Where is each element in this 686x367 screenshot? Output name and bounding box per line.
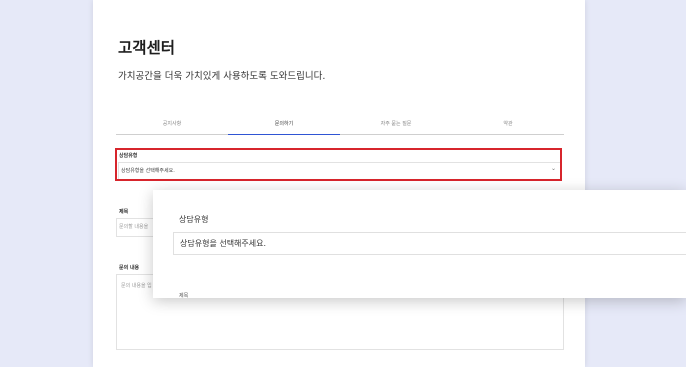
popup-inquiry-type-select[interactable]: 상담유형을 선택해주세요. (173, 232, 686, 255)
page-subtitle: 가치공간을 더욱 가치있게 사용하도록 도와드립니다. (118, 71, 326, 82)
tab-faq[interactable]: 자주 묻는 질문 (340, 120, 452, 127)
highlight-box (115, 148, 562, 181)
tab-notice[interactable]: 공지사항 (116, 120, 228, 127)
content-label: 문의 내용 (119, 265, 140, 271)
page-title: 고객센터 (118, 39, 176, 57)
content-placeholder: 문의 내용을 입 (121, 283, 152, 289)
subject-label: 제목 (119, 209, 129, 215)
tab-bar: 공지사항 문의하기 자주 묻는 질문 약관 (116, 118, 564, 135)
background-right (585, 0, 686, 367)
active-tab-indicator (228, 134, 340, 135)
subject-placeholder: 문의할 내용을 (119, 224, 149, 230)
popup-inquiry-type-label: 상담유형 (179, 215, 209, 224)
background-left (0, 0, 93, 367)
popup-inquiry-type-placeholder: 상담유형을 선택해주세요. (180, 239, 267, 248)
tab-terms[interactable]: 약관 (452, 120, 564, 127)
zoom-popup: 상담유형 상담유형을 선택해주세요. 제목 (153, 190, 686, 298)
tab-inquiry[interactable]: 문의하기 (228, 120, 340, 127)
popup-subject-label: 제목 (179, 293, 189, 298)
